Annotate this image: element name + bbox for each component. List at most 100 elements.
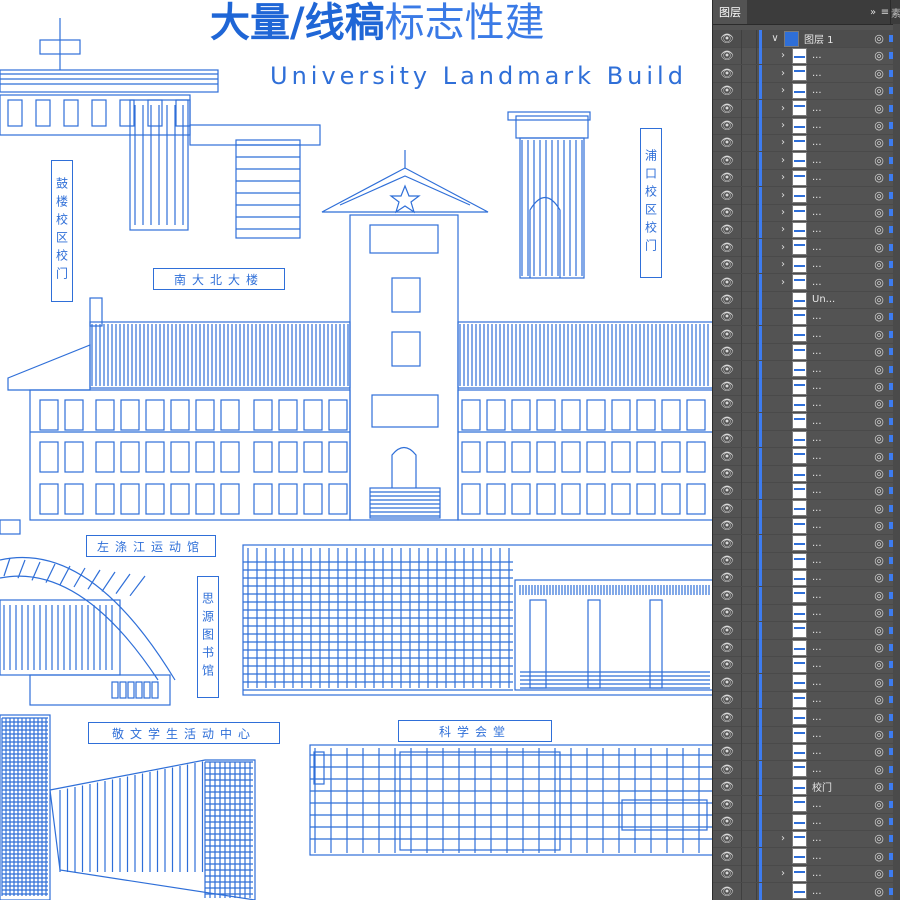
tab-layers[interactable]: 图层 [713, 0, 747, 24]
layer-row[interactable]: 👁 ›... ◎ [713, 221, 900, 240]
layer-row[interactable]: 👁 Un... ◎ [713, 291, 900, 309]
layer-row[interactable]: 👁 ›... ◎ [713, 273, 900, 292]
expand-chevron-icon[interactable]: › [774, 239, 792, 256]
target-circle-icon[interactable]: ◎ [873, 310, 885, 323]
lock-toggle[interactable] [742, 743, 757, 761]
visibility-eye-icon[interactable]: 👁 [713, 291, 742, 308]
target-circle-icon[interactable]: ◎ [873, 502, 885, 515]
panel-menu-icon[interactable]: ≡ [880, 0, 890, 24]
target-circle-icon[interactable]: ◎ [873, 241, 885, 254]
layer-name[interactable]: ... [812, 190, 873, 201]
lock-toggle[interactable] [742, 534, 757, 552]
layer-row[interactable]: 👁... ◎ [713, 621, 900, 640]
layer-name[interactable]: ... [812, 68, 873, 79]
lock-toggle[interactable] [742, 639, 757, 656]
lock-toggle[interactable] [742, 465, 757, 482]
visibility-eye-icon[interactable]: 👁 [713, 238, 742, 256]
lock-toggle[interactable] [742, 865, 757, 883]
visibility-eye-icon[interactable]: 👁 [713, 656, 742, 674]
layer-row[interactable]: 👁 ›... ◎ [713, 64, 900, 83]
layer-row[interactable]: 👁 ›... ◎ [713, 865, 900, 884]
target-circle-icon[interactable]: ◎ [873, 850, 885, 863]
target-circle-icon[interactable]: ◎ [873, 223, 885, 236]
lock-toggle[interactable] [742, 430, 757, 448]
lock-toggle[interactable] [742, 325, 757, 343]
layer-row[interactable]: 👁 ›... ◎ [713, 47, 900, 66]
layer-row[interactable]: 👁 ›... ◎ [713, 186, 900, 205]
layer-name[interactable]: ... [812, 103, 873, 114]
lock-toggle[interactable] [742, 99, 757, 117]
layer-name[interactable]: Un... [812, 294, 873, 305]
target-circle-icon[interactable]: ◎ [873, 867, 885, 880]
visibility-eye-icon[interactable]: 👁 [713, 569, 742, 587]
visibility-eye-icon[interactable]: 👁 [713, 882, 742, 900]
target-circle-icon[interactable]: ◎ [873, 328, 885, 341]
visibility-eye-icon[interactable]: 👁 [713, 778, 742, 796]
lock-toggle[interactable] [742, 82, 757, 100]
target-circle-icon[interactable]: ◎ [873, 258, 885, 271]
target-circle-icon[interactable]: ◎ [873, 763, 885, 776]
lock-toggle[interactable] [742, 673, 757, 691]
layer-row[interactable]: 👁 校门 ◎ [713, 778, 900, 797]
lock-toggle[interactable] [742, 760, 757, 778]
layer-name[interactable]: ... [812, 590, 873, 601]
target-circle-icon[interactable]: ◎ [873, 467, 885, 480]
layer-row[interactable]: 👁... ◎ [713, 743, 900, 762]
layer-name[interactable]: ... [812, 572, 873, 583]
layer-name[interactable]: ... [812, 851, 873, 862]
expand-chevron-icon[interactable]: › [774, 47, 792, 64]
visibility-eye-icon[interactable]: 👁 [713, 378, 742, 395]
target-circle-icon[interactable]: ◎ [873, 676, 885, 689]
layer-row[interactable]: 👁 ›... ◎ [713, 134, 900, 153]
layer-name[interactable]: ... [812, 398, 873, 409]
lock-toggle[interactable] [742, 656, 757, 674]
visibility-eye-icon[interactable]: 👁 [713, 169, 742, 187]
layer-row[interactable]: 👁 ›... ◎ [713, 204, 900, 222]
lock-toggle[interactable] [742, 813, 757, 830]
layer-row[interactable]: 👁... ◎ [713, 430, 900, 449]
target-circle-icon[interactable]: ◎ [873, 206, 885, 219]
target-circle-icon[interactable]: ◎ [873, 397, 885, 410]
layer-name[interactable]: ... [812, 259, 873, 270]
expand-chevron-icon[interactable]: › [774, 830, 792, 847]
visibility-eye-icon[interactable]: 👁 [713, 117, 742, 134]
expand-chevron-icon[interactable]: › [774, 865, 792, 882]
layer-name[interactable]: ... [812, 485, 873, 496]
layer-row[interactable]: 👁... ◎ [713, 308, 900, 327]
visibility-eye-icon[interactable]: 👁 [713, 273, 742, 291]
layer-row[interactable]: 👁... ◎ [713, 639, 900, 657]
target-circle-icon[interactable]: ◎ [873, 537, 885, 550]
layer-row[interactable]: 👁 ›... ◎ [713, 238, 900, 257]
layer-name[interactable]: ... [812, 451, 873, 462]
visibility-eye-icon[interactable]: 👁 [713, 517, 742, 535]
lock-toggle[interactable] [742, 499, 757, 517]
lock-toggle[interactable] [742, 395, 757, 413]
visibility-eye-icon[interactable]: 👁 [713, 221, 742, 239]
visibility-eye-icon[interactable]: 👁 [713, 795, 742, 813]
visibility-eye-icon[interactable]: 👁 [713, 30, 742, 47]
layer-name[interactable]: ... [812, 625, 873, 636]
visibility-eye-icon[interactable]: 👁 [713, 586, 742, 604]
layer-name[interactable]: ... [812, 155, 873, 166]
visibility-eye-icon[interactable]: 👁 [713, 760, 742, 778]
layer-name[interactable]: ... [812, 712, 873, 723]
visibility-eye-icon[interactable]: 👁 [713, 534, 742, 552]
lock-toggle[interactable] [742, 691, 757, 709]
visibility-eye-icon[interactable]: 👁 [713, 430, 742, 448]
visibility-eye-icon[interactable]: 👁 [713, 204, 742, 221]
target-circle-icon[interactable]: ◎ [873, 885, 885, 898]
target-circle-icon[interactable]: ◎ [873, 641, 885, 654]
lock-toggle[interactable] [742, 64, 757, 82]
layer-name[interactable]: ... [812, 433, 873, 444]
layer-name[interactable]: ... [812, 381, 873, 392]
visibility-eye-icon[interactable]: 👁 [713, 256, 742, 274]
target-circle-icon[interactable]: ◎ [873, 49, 885, 62]
lock-toggle[interactable] [742, 795, 757, 813]
layer-name[interactable]: ... [812, 799, 873, 810]
layer-name[interactable]: ... [812, 503, 873, 514]
layer-name[interactable]: ... [812, 555, 873, 566]
layer-name[interactable]: ... [812, 120, 873, 131]
target-circle-icon[interactable]: ◎ [873, 345, 885, 358]
lock-toggle[interactable] [742, 30, 757, 47]
expand-chevron-icon[interactable]: › [774, 221, 792, 238]
